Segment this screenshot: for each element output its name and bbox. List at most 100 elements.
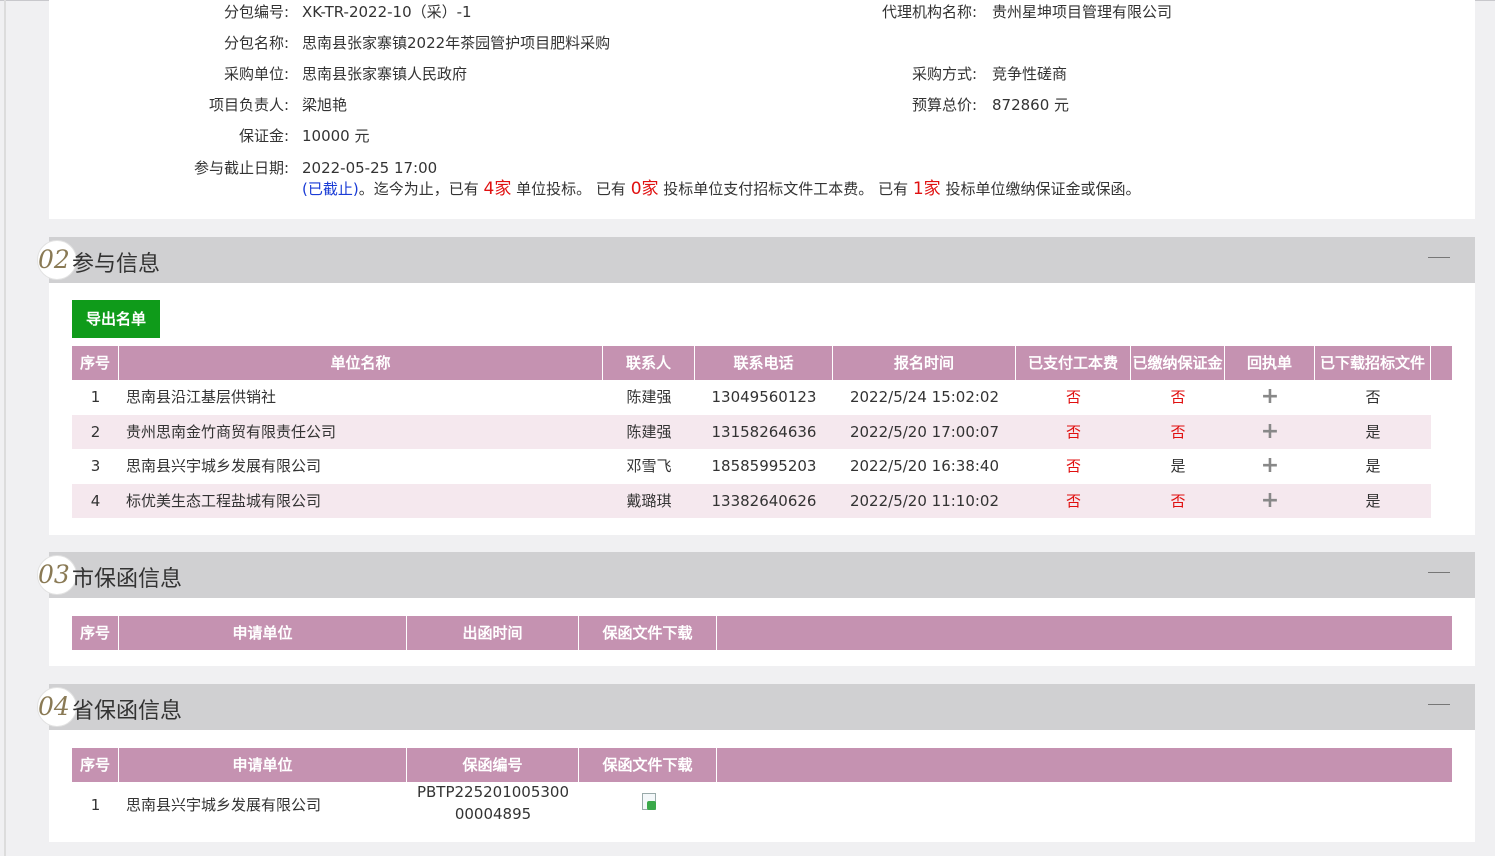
- contact-phone: 13382640626: [711, 492, 817, 510]
- agency-label: 代理机构名称:: [881, 3, 977, 21]
- bid-count: 4家: [483, 179, 512, 199]
- unit-name: 贵州思南金竹商贸有限责任公司: [126, 423, 337, 441]
- package-no-value: XK-TR-2022-10（采）-1: [302, 3, 472, 21]
- table-row: 4 标优美生态工程盐城有限公司 戴璐琪 13382640626 2022/5/2…: [72, 484, 1431, 518]
- method-value: 竞争性磋商: [992, 65, 1068, 83]
- package-name-label: 分包名称:: [223, 34, 289, 52]
- collapse-icon[interactable]: [1428, 572, 1450, 573]
- collapse-icon[interactable]: [1428, 257, 1450, 258]
- paid-deposit-status: 否: [1170, 423, 1186, 441]
- register-time: 2022/5/24 15:02:02: [849, 388, 1000, 406]
- receipt-plus-icon[interactable]: +: [1225, 380, 1315, 414]
- deposit-label: 保证金:: [238, 127, 289, 145]
- method-label: 采购方式:: [911, 65, 977, 83]
- table-row: 1 思南县沿江基层供销社 陈建强 13049560123 2022/5/24 1…: [72, 380, 1431, 414]
- downloaded-status: 是: [1365, 457, 1381, 475]
- col-header: 序号: [72, 616, 119, 650]
- summary-text-3: 投标单位支付招标文件工本费。 已有: [663, 180, 909, 198]
- row-index: 4: [90, 492, 101, 510]
- col-header: 已缴纳保证金: [1131, 346, 1225, 380]
- register-time: 2022/5/20 16:38:40: [849, 457, 1000, 475]
- province-guarantee-table-header: 序号 申请单位 保函编号 保函文件下载: [72, 748, 1452, 782]
- paid-fee-status: 否: [1065, 423, 1081, 441]
- receipt-plus-icon[interactable]: +: [1225, 484, 1315, 518]
- status-closed: (已截止): [302, 180, 359, 198]
- section-number-badge: 04: [37, 687, 77, 727]
- col-header: 单位名称: [119, 346, 603, 380]
- bid-summary: (已截止)。迄今为止，已有 4家 单位投标。 已有 0家 投标单位支付招标文件工…: [302, 177, 1462, 201]
- applicant-unit: 思南县兴宇城乡发展有限公司: [126, 796, 322, 814]
- package-info-panel: 分包编号: XK-TR-2022-10（采）-1 代理机构名称: 贵州星坤项目管…: [49, 0, 1475, 219]
- method-row: 采购方式: 竞争性磋商: [749, 62, 1449, 86]
- agency-row: 代理机构名称: 贵州星坤项目管理有限公司: [749, 0, 1449, 24]
- paid-deposit-status: 否: [1170, 388, 1186, 406]
- register-time: 2022/5/20 17:00:07: [849, 423, 1000, 441]
- receipt-plus-icon[interactable]: +: [1225, 449, 1315, 483]
- paid-fee-status: 否: [1065, 388, 1081, 406]
- buyer-label: 采购单位:: [223, 65, 289, 83]
- col-header: 序号: [72, 346, 119, 380]
- col-header: 报名时间: [833, 346, 1016, 380]
- summary-text-1: 。迄今为止，已有: [358, 180, 479, 198]
- col-header: 申请单位: [119, 748, 407, 782]
- section-title: 参与信息: [72, 252, 161, 277]
- manager-value: 梁旭艳: [302, 96, 348, 114]
- package-name-value: 思南县张家寨镇2022年茶园管护项目肥料采购: [302, 34, 611, 52]
- col-header: 已支付工本费: [1016, 346, 1131, 380]
- guarantee-no-line-2: 00004895: [454, 805, 532, 823]
- package-no-label: 分包编号:: [223, 3, 289, 21]
- table-row: 2 贵州思南金竹商贸有限责任公司 陈建强 13158264636 2022/5/…: [72, 415, 1431, 449]
- contact-phone: 13049560123: [711, 388, 817, 406]
- buyer-row: 采购单位: 思南县张家寨镇人民政府: [49, 62, 749, 86]
- table-row: 1 思南县兴宇城乡发展有限公司 PBTP225201005300 0000489…: [72, 783, 1431, 827]
- col-header: 出函时间: [407, 616, 579, 650]
- budget-row: 预算总价: 872860 元: [749, 93, 1449, 117]
- col-header: 保函文件下载: [579, 616, 717, 650]
- col-header: 联系人: [603, 346, 695, 380]
- row-index: 2: [90, 423, 101, 441]
- unit-name: 思南县兴宇城乡发展有限公司: [126, 457, 322, 475]
- participants-table-header: 序号 单位名称 联系人 联系电话 报名时间 已支付工本费 已缴纳保证金 回执单 …: [72, 346, 1452, 380]
- download-file-icon[interactable]: [642, 793, 656, 810]
- summary-text-4: 投标单位缴纳保证金或保函。: [945, 180, 1141, 198]
- summary-text-2: 单位投标。 已有: [516, 180, 626, 198]
- paid-deposit-status: 否: [1170, 492, 1186, 510]
- section-number-badge: 03: [37, 555, 77, 595]
- contact-person: 陈建强: [626, 423, 672, 441]
- collapse-icon[interactable]: [1428, 704, 1450, 705]
- col-header: 申请单位: [119, 616, 407, 650]
- guarantee-no-line-1: PBTP225201005300: [416, 783, 570, 801]
- section-title: 省保函信息: [72, 699, 183, 724]
- city-guarantee-table-header: 序号 申请单位 出函时间 保函文件下载: [72, 616, 1452, 650]
- budget-value: 872860 元: [992, 96, 1070, 114]
- row-index: 3: [90, 457, 101, 475]
- package-name-row: 分包名称: 思南县张家寨镇2022年茶园管护项目肥料采购: [49, 31, 749, 55]
- contact-person: 戴璐琪: [626, 492, 672, 510]
- section-province-guarantee-header[interactable]: 04 省保函信息: [37, 684, 1475, 730]
- package-no-row: 分包编号: XK-TR-2022-10（采）-1: [49, 0, 749, 24]
- contact-person: 陈建强: [626, 388, 672, 406]
- col-header: 保函文件下载: [579, 748, 717, 782]
- section-city-guarantee-header[interactable]: 03 市保函信息: [37, 552, 1475, 598]
- col-header: 保函编号: [407, 748, 579, 782]
- paid-count: 0家: [630, 179, 659, 199]
- contact-phone: 13158264636: [711, 423, 817, 441]
- unit-name: 思南县沿江基层供销社: [126, 388, 277, 406]
- row-index: 1: [90, 796, 101, 814]
- unit-name: 标优美生态工程盐城有限公司: [126, 492, 322, 510]
- paid-fee-status: 否: [1065, 492, 1081, 510]
- col-header: 序号: [72, 748, 119, 782]
- paid-fee-status: 否: [1065, 457, 1081, 475]
- section-participation-header[interactable]: 02 参与信息: [37, 237, 1475, 283]
- section-number-badge: 02: [37, 240, 77, 280]
- paid-deposit-status: 是: [1170, 457, 1186, 475]
- timeline-line: [4, 0, 6, 856]
- receipt-plus-icon[interactable]: +: [1225, 415, 1315, 449]
- section-title: 市保函信息: [72, 567, 183, 592]
- col-header: 回执单: [1225, 346, 1315, 380]
- downloaded-status: 是: [1365, 492, 1381, 510]
- deposit-count: 1家: [912, 179, 941, 199]
- export-list-button[interactable]: 导出名单: [72, 300, 160, 338]
- deposit-value: 10000 元: [302, 127, 370, 145]
- row-index: 1: [90, 388, 101, 406]
